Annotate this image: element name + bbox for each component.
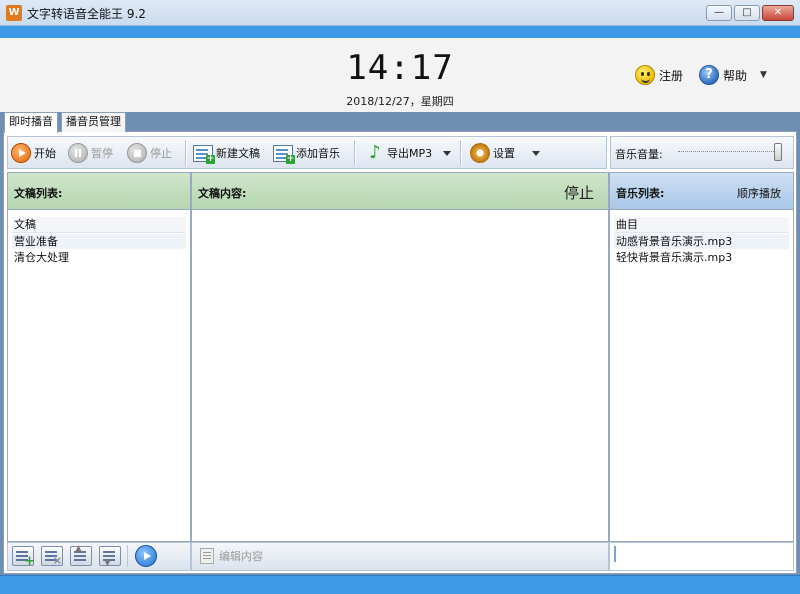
tab-announcer-management[interactable]: 播音员管理 bbox=[61, 112, 126, 132]
script-content-title: 文稿内容: bbox=[198, 187, 247, 200]
add-music-label: 添加音乐 bbox=[296, 147, 340, 160]
play-mode-selector[interactable]: 顺序播放 bbox=[737, 185, 781, 201]
start-label: 开始 bbox=[34, 147, 56, 160]
stop-button[interactable]: 停止 bbox=[127, 142, 172, 164]
stop-icon bbox=[127, 143, 147, 163]
help-icon: ? bbox=[699, 65, 719, 85]
toolbar-separator bbox=[185, 140, 186, 166]
new-script-button[interactable]: + 新建文稿 bbox=[193, 142, 260, 164]
add-music-icon: + bbox=[273, 144, 295, 164]
play-script-icon[interactable] bbox=[135, 545, 157, 567]
script-content-area[interactable] bbox=[192, 211, 608, 541]
gear-icon bbox=[470, 143, 490, 163]
script-list-panel: 文稿列表: 文稿 营业准备 清仓大处理 bbox=[7, 172, 191, 542]
music-list-title: 音乐列表: bbox=[616, 187, 665, 200]
export-mp3-label: 导出MP3 bbox=[387, 147, 433, 160]
list-item[interactable]: 动感背景音乐演示.mp3 bbox=[614, 234, 789, 249]
new-document-icon: + bbox=[193, 144, 215, 164]
tab-live-broadcast[interactable]: 即时播音 bbox=[4, 112, 58, 133]
clock-date: 2018/12/27，星期四 bbox=[346, 95, 454, 108]
toolbar-separator bbox=[354, 140, 355, 166]
maximize-button[interactable]: □ bbox=[734, 5, 760, 21]
help-dropdown-icon[interactable]: ▼ bbox=[760, 70, 767, 80]
list-item[interactable]: 轻快背景音乐演示.mp3 bbox=[614, 250, 789, 265]
move-down-icon[interactable] bbox=[99, 546, 121, 568]
export-mp3-button[interactable]: ♪ 导出MP3 bbox=[366, 142, 452, 164]
help-button[interactable]: ? 帮助 bbox=[699, 64, 747, 86]
new-script-label: 新建文稿 bbox=[216, 147, 260, 160]
stop-label: 停止 bbox=[150, 147, 172, 160]
smiley-icon bbox=[635, 65, 655, 85]
script-list-header: 文稿列表: bbox=[8, 173, 190, 210]
volume-label: 音乐音量: bbox=[615, 148, 663, 161]
pause-label: 暂停 bbox=[91, 147, 113, 160]
edit-content-button[interactable]: 编辑内容 bbox=[200, 548, 263, 564]
toolbar-separator bbox=[460, 140, 461, 166]
move-up-icon[interactable] bbox=[70, 544, 92, 566]
volume-slider-track[interactable] bbox=[678, 151, 782, 154]
script-column-header[interactable]: 文稿 bbox=[12, 217, 186, 233]
pause-icon bbox=[68, 143, 88, 163]
volume-slider-thumb[interactable] bbox=[774, 143, 782, 161]
music-progress-indicator bbox=[614, 546, 786, 562]
toolbar-separator bbox=[127, 545, 128, 567]
register-button[interactable]: 注册 bbox=[635, 64, 683, 86]
script-list-title: 文稿列表: bbox=[14, 187, 63, 200]
status-bar bbox=[0, 575, 800, 594]
settings-label: 设置 bbox=[493, 147, 515, 160]
start-button[interactable]: 开始 bbox=[11, 142, 56, 164]
export-dropdown-icon[interactable] bbox=[443, 150, 452, 156]
list-item[interactable]: 清仓大处理 bbox=[12, 250, 186, 265]
script-content-panel: 文稿内容: 停止 bbox=[191, 172, 609, 542]
play-icon bbox=[11, 143, 31, 163]
register-label: 注册 bbox=[659, 68, 684, 83]
settings-dropdown-icon[interactable] bbox=[532, 150, 540, 156]
edit-icon bbox=[200, 548, 214, 564]
settings-button[interactable]: 设置 bbox=[470, 142, 540, 164]
pause-button[interactable]: 暂停 bbox=[68, 142, 113, 164]
app-logo-icon: W bbox=[6, 5, 22, 21]
music-note-icon: ♪ bbox=[369, 142, 381, 163]
music-list-header: 音乐列表: 顺序播放 bbox=[610, 173, 793, 210]
delete-script-icon[interactable] bbox=[41, 546, 63, 567]
help-label: 帮助 bbox=[723, 68, 748, 83]
top-accent-band bbox=[0, 26, 800, 38]
music-list-panel: 音乐列表: 顺序播放 曲目 动感背景音乐演示.mp3 轻快背景音乐演示.mp3 bbox=[609, 172, 794, 542]
window-title: 文字转语音全能王 9.2 bbox=[27, 7, 146, 21]
list-item[interactable]: 营业准备 bbox=[12, 234, 186, 249]
script-content-header: 文稿内容: 停止 bbox=[192, 173, 608, 210]
track-column-header[interactable]: 曲目 bbox=[614, 217, 789, 233]
playback-status: 停止 bbox=[563, 184, 594, 202]
edit-content-label: 编辑内容 bbox=[219, 550, 263, 563]
add-script-icon[interactable] bbox=[12, 546, 35, 569]
add-music-button[interactable]: + 添加音乐 bbox=[273, 142, 340, 164]
minimize-button[interactable]: — bbox=[706, 5, 732, 21]
close-button[interactable]: ✕ bbox=[762, 5, 794, 21]
